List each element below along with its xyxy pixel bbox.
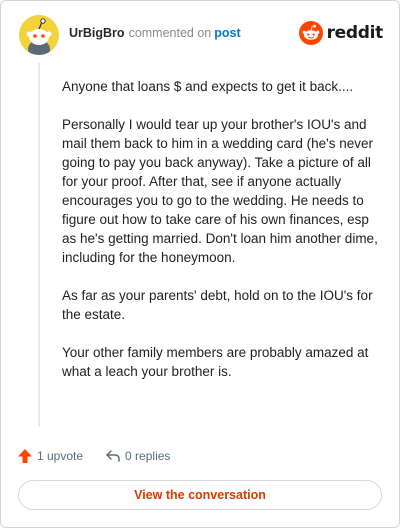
comment-body: Anyone that loans $ and expects to get i… xyxy=(62,77,380,400)
post-link[interactable]: post xyxy=(214,26,240,40)
comment-actions: 1 upvote 0 replies xyxy=(17,445,170,467)
comment-header: UrBigBro commented on post reddit xyxy=(19,15,383,55)
upvote-button[interactable]: 1 upvote xyxy=(17,448,83,464)
comment-paragraph: Personally I would tear up your brother'… xyxy=(62,117,378,265)
reddit-wordmark: reddit xyxy=(326,23,384,43)
user-avatar[interactable] xyxy=(19,15,59,55)
reddit-brand[interactable]: reddit xyxy=(298,21,384,45)
thread-line xyxy=(38,63,40,427)
action-text: commented on xyxy=(128,26,212,40)
upvote-arrow-icon xyxy=(18,449,32,463)
snoo-avatar-icon xyxy=(19,15,59,55)
comment-paragraph: As far as your parents' debt, hold on to… xyxy=(62,288,373,322)
view-conversation-button[interactable]: View the conversation xyxy=(18,480,382,510)
username[interactable]: UrBigBro xyxy=(69,26,125,40)
comment-card: UrBigBro commented on post reddit Anyone t… xyxy=(0,0,400,528)
reddit-logo-icon xyxy=(298,21,323,45)
reply-arrow-icon xyxy=(106,450,120,462)
comment-paragraph: Your other family members are probably a… xyxy=(62,345,369,379)
comment-paragraph: Anyone that loans $ and expects to get i… xyxy=(62,79,354,94)
comment-meta: UrBigBro commented on post xyxy=(69,26,241,40)
upvote-count: 1 upvote xyxy=(37,449,84,463)
replies-button[interactable]: 0 replies xyxy=(105,448,170,464)
replies-count: 0 replies xyxy=(125,449,171,463)
